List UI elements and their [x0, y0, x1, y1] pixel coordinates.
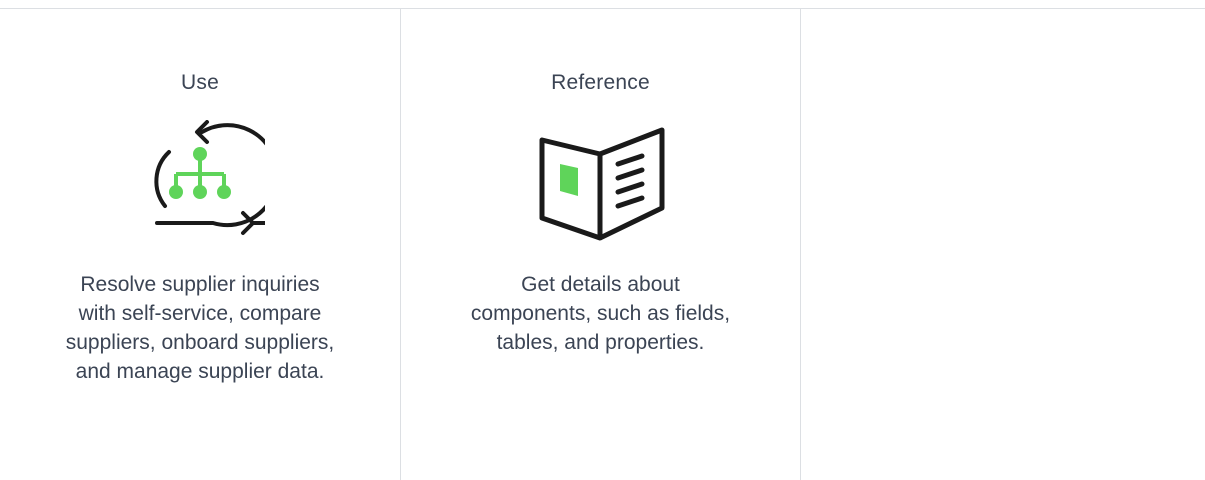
card-row: Use Resolve supplier inquiries with self… — [0, 9, 1205, 480]
card-title: Reference — [551, 71, 650, 94]
card-title: Use — [181, 71, 219, 94]
card-grid: Use Resolve supplier inquiries with self… — [0, 8, 1205, 480]
card-description: Get details about components, such as fi… — [470, 273, 731, 354]
empty-card — [800, 9, 1203, 480]
use-card[interactable]: Use Resolve supplier inquiries with self… — [0, 9, 400, 480]
card-description: Resolve supplier inquiries with self-ser… — [65, 273, 335, 383]
reference-card[interactable]: Reference Get details about components, … — [400, 9, 800, 480]
cycle-hierarchy-icon — [135, 120, 265, 250]
open-book-icon — [536, 120, 666, 250]
